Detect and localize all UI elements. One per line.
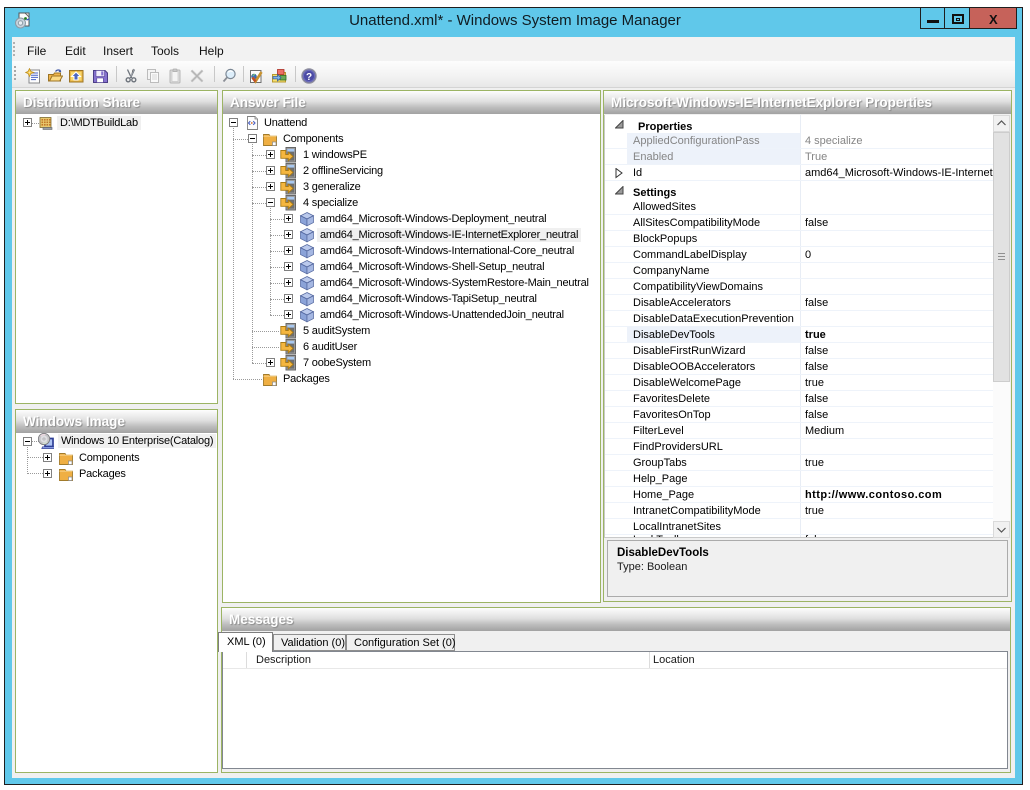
svg-text:?: ? — [306, 72, 312, 83]
